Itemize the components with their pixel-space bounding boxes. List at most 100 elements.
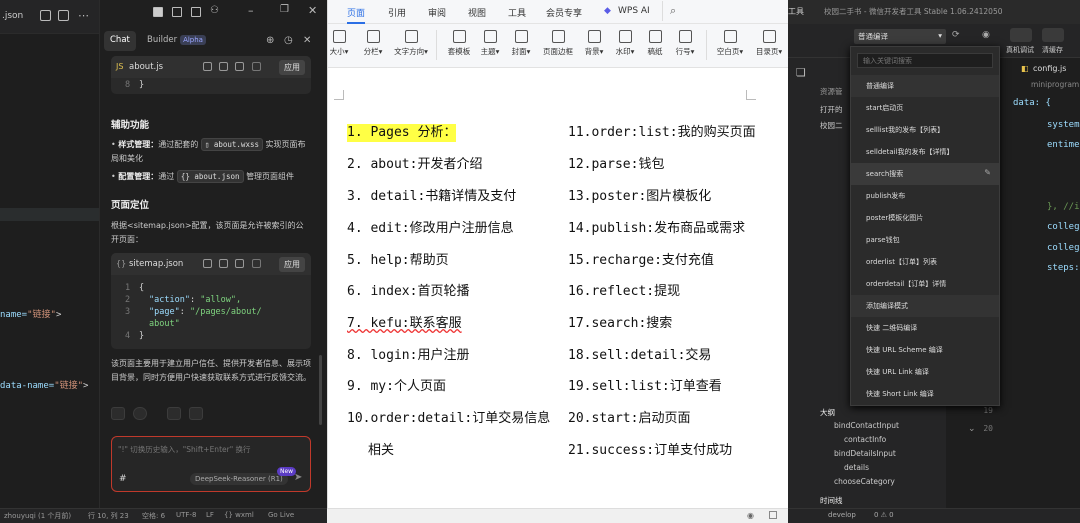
printer-icon[interactable] [40,10,51,21]
new-file-icon[interactable] [235,62,244,71]
status-problems[interactable]: 0 ⚠ 0 [874,511,894,519]
ribbon-line-number[interactable]: 行号▾ [670,26,700,57]
preview-icon[interactable]: ◉ [982,30,990,40]
chat-scrollbar[interactable] [319,355,322,425]
left-editor-tab[interactable]: .json [2,11,23,21]
status-language[interactable]: {} wxml [224,511,254,519]
dropdown-item[interactable]: orderdetail【订单】详情 [851,273,999,295]
ribbon-toc-page[interactable]: 目录页▾ [750,26,788,57]
outline-item[interactable]: details [844,463,869,472]
ribbon-background[interactable]: 背景▾ [579,26,609,57]
menu-tools[interactable]: 工具 [508,6,526,19]
status-go-live[interactable]: Go Live [268,511,294,519]
thumbs-down-icon[interactable] [189,407,203,420]
new-chat-icon[interactable]: ⊕ [266,35,274,46]
diff-icon[interactable] [252,62,261,71]
menu-wps-ai[interactable]: WPS AI [618,6,650,16]
layout-split-icon[interactable] [191,7,201,17]
insert-icon[interactable] [219,259,228,268]
dropdown-item[interactable]: 快速 URL Scheme 编译 [851,339,999,361]
dropdown-item-search[interactable]: search搜索 ✎ [851,163,999,185]
file-chip-about-wxss[interactable]: ▯ about.wxss [200,138,263,151]
history-icon[interactable]: ◷ [284,35,293,46]
send-icon[interactable]: ➤ [294,472,302,483]
page-view-icon[interactable] [769,511,777,519]
ribbon-page-size[interactable]: 大小▾ [324,26,354,57]
ribbon-blank-page[interactable]: 空白页▾ [712,26,748,57]
menu-tools-ide[interactable]: 工具 [788,6,804,17]
regenerate-icon[interactable] [133,407,147,420]
status-eol[interactable]: LF [206,511,214,519]
insert-icon[interactable] [219,62,228,71]
tree-item[interactable]: 校园二 [820,120,843,131]
ribbon-text-direction[interactable]: 文字方向▾ [390,26,432,57]
tab-builder[interactable]: Builder Alpha [141,31,212,51]
dropdown-item[interactable]: 快速 二维码编译 [851,317,999,339]
dropdown-item[interactable]: poster模板化图片 [851,207,999,229]
copy-icon[interactable] [203,259,212,268]
context-hash-button[interactable]: # [119,474,127,484]
copy-icon[interactable] [203,62,212,71]
dropdown-item[interactable]: orderlist【订单】列表 [851,251,999,273]
close-window-icon[interactable]: ✕ [308,4,317,17]
eye-icon[interactable]: ◉ [747,511,754,520]
chat-message-input[interactable] [118,442,303,456]
dropdown-item-add-mode[interactable]: 添加编译模式 [851,295,999,317]
tree-item[interactable]: 打开的 [820,104,843,115]
ribbon-theme[interactable]: 主题▾ [475,26,505,57]
real-device-debug-button[interactable] [1010,28,1032,42]
dropdown-item[interactable]: selldetail我的发布【详情】 [851,141,999,163]
ribbon-columns[interactable]: 分栏▾ [358,26,388,57]
tree-timeline-header[interactable]: 时间线 [820,495,843,506]
outline-item[interactable]: contactInfo [844,435,886,444]
fold-chevron-icon[interactable]: ⌄ [968,424,976,434]
menu-review[interactable]: 审阅 [428,6,446,19]
restore-icon[interactable]: ❐ [280,4,289,15]
ide-code-editor[interactable]: ◧ config.js miniprogram data: { system e… [993,58,1080,508]
ribbon-page-border[interactable]: 页面边框 [538,26,578,57]
menu-view[interactable]: 视图 [468,6,486,19]
minimize-icon[interactable]: – [248,4,254,17]
outline-item[interactable]: chooseCategory [834,477,895,486]
copy-response-icon[interactable] [111,407,125,420]
ribbon-watermark[interactable]: 水印▾ [610,26,640,57]
dropdown-item[interactable]: parse钱包 [851,229,999,251]
search-icon[interactable]: ⌕ [670,4,676,18]
outline-item[interactable]: bindDetailsInput [834,449,896,458]
ribbon-template[interactable]: 套模板 [443,26,475,57]
dropdown-item[interactable]: selllist我的发布【列表】 [851,119,999,141]
edit-icon[interactable]: ✎ [984,168,991,177]
model-selector[interactable]: DeepSeek-Reasoner (R1) [190,473,288,485]
file-chip-about-json[interactable]: {} about.json [176,170,244,183]
tree-outline-header[interactable]: 大纲 [820,407,835,418]
dropdown-item[interactable]: 快速 Short Link 编译 [851,383,999,405]
account-icon[interactable]: ⚇ [210,5,219,16]
diff-icon[interactable] [252,259,261,268]
thumbs-up-icon[interactable] [167,407,181,420]
menu-reference[interactable]: 引用 [388,6,406,19]
compile-icon[interactable]: ⟳ [952,30,960,40]
document-page[interactable]: 1. Pages 分析： 2. about:开发者介绍 3. detail:书籍… [328,68,789,508]
menu-member[interactable]: 会员专享 [546,6,582,19]
compile-mode-select[interactable]: 普通编译 ▾ [854,29,946,44]
split-editor-icon[interactable] [58,10,69,21]
tab-chat[interactable]: Chat [104,31,136,51]
more-icon[interactable]: ⋯ [78,9,89,22]
dropdown-item[interactable]: publish发布 [851,185,999,207]
compile-mode-search[interactable] [857,53,993,68]
explorer-icon[interactable]: ❏ [796,66,806,79]
status-encoding[interactable]: UTF-8 [176,511,196,519]
dropdown-item[interactable]: 普通编译 [851,75,999,97]
dropdown-item[interactable]: 快速 URL Link 编译 [851,361,999,383]
apply-button[interactable]: 应用 [279,257,305,272]
outline-item[interactable]: bindContactInput [834,421,899,430]
dropdown-item[interactable]: start启动页 [851,97,999,119]
apply-button[interactable]: 应用 [279,60,305,75]
close-panel-icon[interactable]: ✕ [303,35,311,46]
ribbon-cover[interactable]: 封面▾ [506,26,536,57]
new-file-icon[interactable] [235,259,244,268]
layout-sidebar-icon[interactable] [153,7,163,17]
status-git-blame[interactable]: zhouyuqi (1 个月前) [4,511,71,521]
status-indent[interactable]: 空格: 6 [142,511,165,521]
status-branch[interactable]: develop [828,511,856,519]
